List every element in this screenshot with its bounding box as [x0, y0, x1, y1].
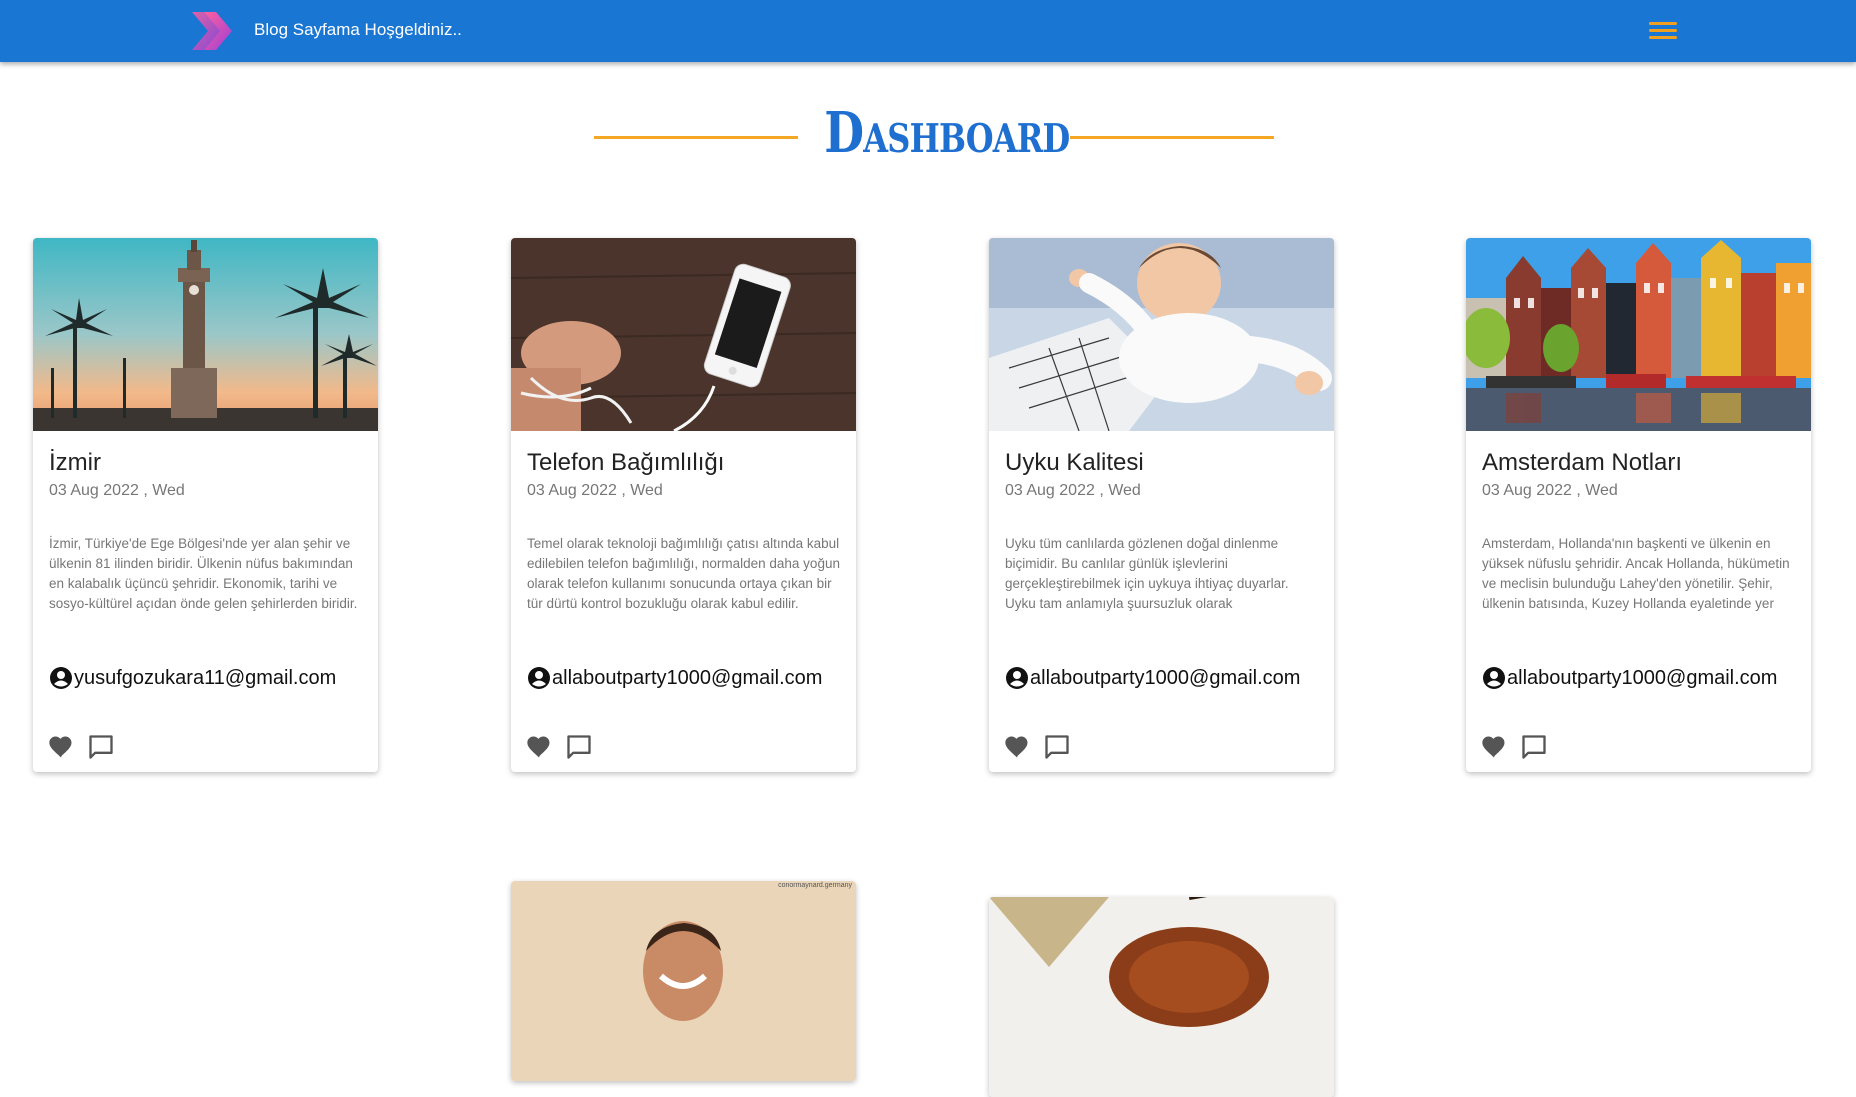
brand-title[interactable]: Blog Sayfama Hoşgeldiniz.. — [254, 20, 462, 40]
comment-icon[interactable] — [1043, 733, 1071, 761]
post-title[interactable]: Uyku Kalitesi — [1005, 449, 1144, 477]
post-date: 03 Aug 2022 , Wed — [49, 482, 185, 499]
post-card-izmir[interactable]: İzmir 03 Aug 2022 , Wed İzmir, Türkiye'd… — [33, 238, 378, 772]
like-heart-icon[interactable] — [1480, 733, 1508, 761]
image-watermark: conormaynard.germany — [778, 882, 852, 889]
post-title[interactable]: Telefon Bağımlılığı — [527, 449, 724, 477]
post-actions — [1003, 733, 1083, 761]
post-date: 03 Aug 2022 , Wed — [1482, 482, 1618, 499]
author-email: allaboutparty1000@gmail.com — [552, 666, 823, 689]
title-divider-left — [594, 136, 798, 139]
post-title[interactable]: İzmir — [49, 449, 101, 477]
post-card-telefon[interactable]: Telefon Bağımlılığı 03 Aug 2022 , Wed Te… — [511, 238, 856, 772]
comment-icon[interactable] — [565, 733, 593, 761]
comment-icon[interactable] — [1520, 733, 1548, 761]
post-actions — [1480, 733, 1560, 761]
post-card-amsterdam[interactable]: Amsterdam Notları 03 Aug 2022 , Wed Amst… — [1466, 238, 1811, 772]
post-date: 03 Aug 2022 , Wed — [527, 482, 663, 499]
like-heart-icon[interactable] — [1003, 733, 1031, 761]
author-email: allaboutparty1000@gmail.com — [1030, 666, 1301, 689]
post-image-violin[interactable] — [989, 897, 1334, 1097]
post-excerpt: Temel olarak teknoloji bağımlılığı çatıs… — [527, 536, 840, 611]
page-title: Dashboard — [824, 100, 1070, 166]
post-card-partial-2[interactable] — [989, 897, 1334, 1097]
account-circle-icon — [50, 667, 72, 689]
post-card-partial-1[interactable]: conormaynard.germany — [511, 881, 856, 1081]
menu-button[interactable] — [1646, 18, 1680, 44]
post-title[interactable]: Amsterdam Notları — [1482, 449, 1682, 477]
dashboard-header: Dashboard — [0, 100, 1856, 180]
post-author: allaboutparty1000@gmail.com — [1005, 666, 1300, 690]
post-excerpt: İzmir, Türkiye'de Ege Bölgesi'nde yer al… — [49, 536, 358, 611]
like-heart-icon[interactable] — [47, 733, 75, 761]
account-circle-icon — [528, 667, 550, 689]
post-actions — [47, 733, 127, 761]
post-excerpt: Uyku tüm canlılarda gözlenen doğal dinle… — [1005, 536, 1289, 611]
post-actions — [525, 733, 605, 761]
post-image-telefon[interactable] — [511, 238, 856, 431]
post-image-izmir[interactable] — [33, 238, 378, 431]
menu-icon — [1649, 22, 1677, 25]
comment-icon[interactable] — [87, 733, 115, 761]
post-author: yusufgozukara11@gmail.com — [49, 666, 336, 690]
post-image-man[interactable] — [511, 881, 856, 1081]
post-image-amsterdam[interactable] — [1466, 238, 1811, 431]
top-app-bar: Blog Sayfama Hoşgeldiniz.. — [0, 0, 1856, 62]
title-divider-right — [1070, 136, 1274, 139]
like-heart-icon[interactable] — [525, 733, 553, 761]
author-email: allaboutparty1000@gmail.com — [1507, 666, 1778, 689]
post-author: allaboutparty1000@gmail.com — [1482, 666, 1777, 690]
logo-icon[interactable] — [190, 8, 234, 54]
account-circle-icon — [1483, 667, 1505, 689]
post-excerpt: Amsterdam, Hollanda'nın başkenti ve ülke… — [1482, 536, 1790, 611]
post-author: allaboutparty1000@gmail.com — [527, 666, 822, 690]
post-image-uyku[interactable] — [989, 238, 1334, 431]
account-circle-icon — [1006, 667, 1028, 689]
post-date: 03 Aug 2022 , Wed — [1005, 482, 1141, 499]
author-email: yusufgozukara11@gmail.com — [74, 666, 337, 689]
post-card-uyku[interactable]: Uyku Kalitesi 03 Aug 2022 , Wed Uyku tüm… — [989, 238, 1334, 772]
